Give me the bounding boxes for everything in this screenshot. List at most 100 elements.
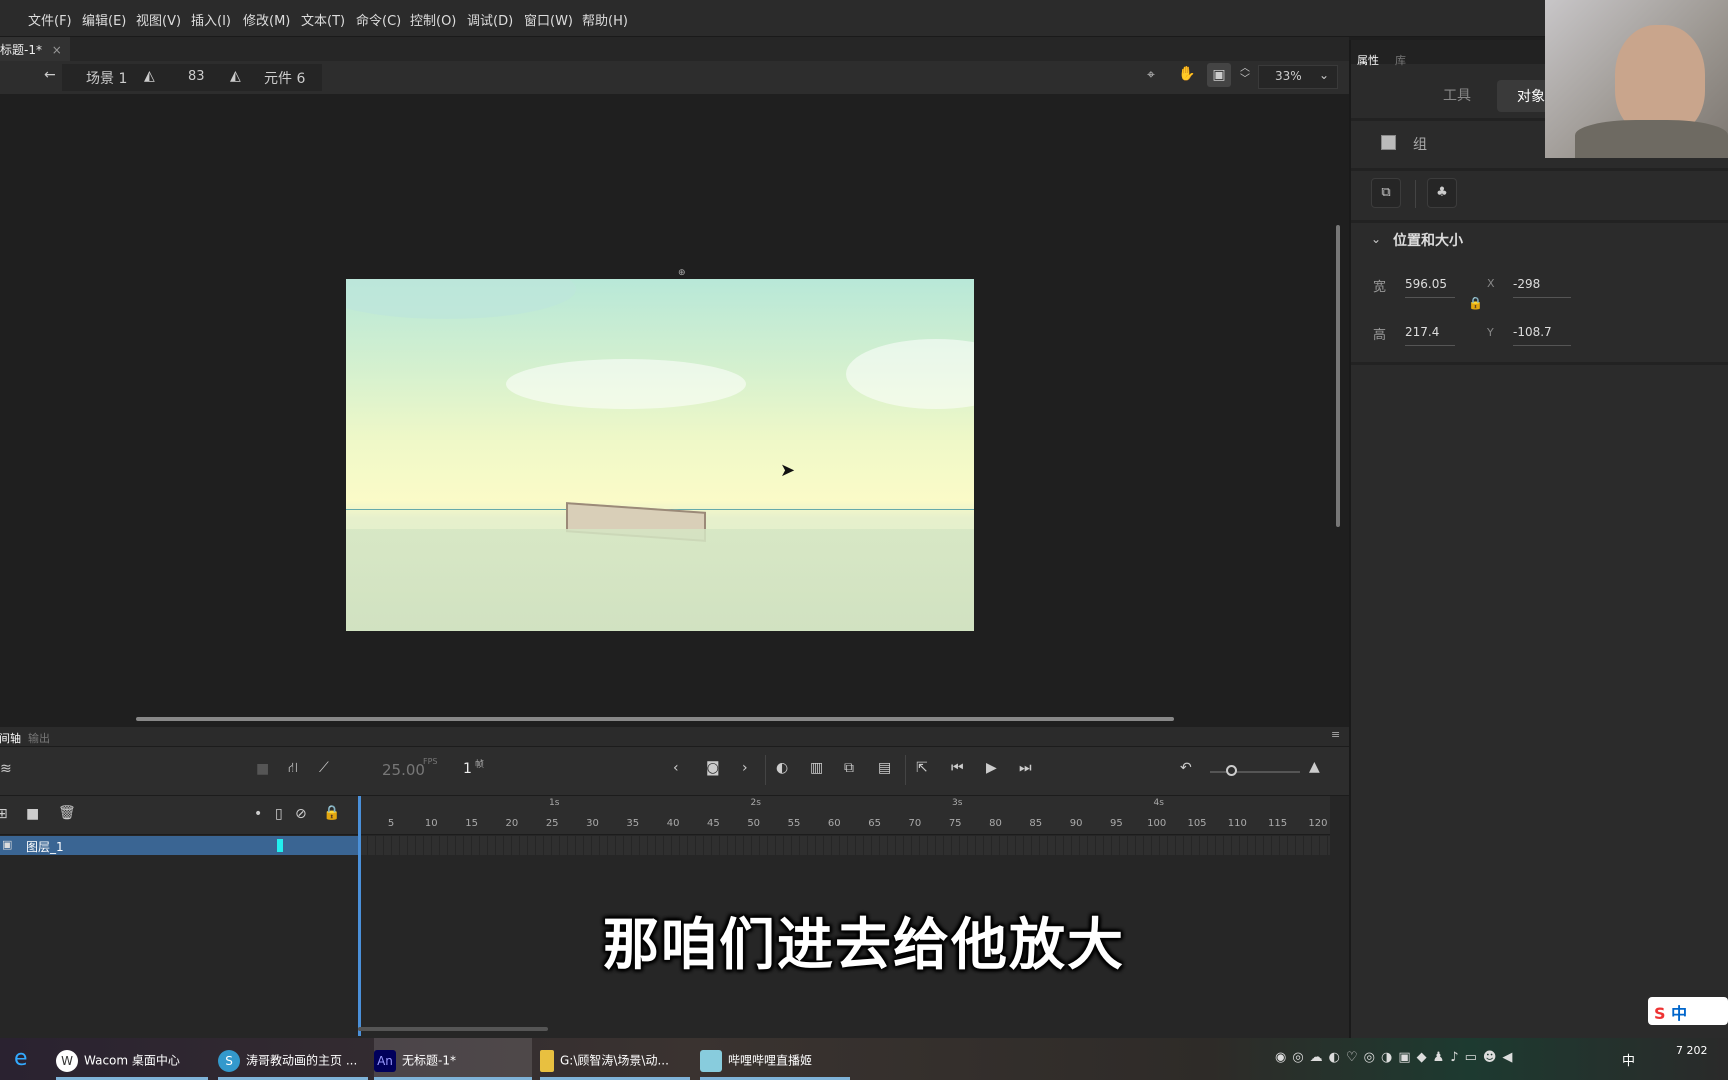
slider-thumb[interactable] xyxy=(1226,765,1237,776)
chevron-down-icon[interactable]: ⌄ xyxy=(1371,232,1381,246)
menu-item[interactable]: 文本(T) xyxy=(301,10,345,29)
step-forward-icon[interactable]: ⏭ xyxy=(1019,760,1032,776)
document-tab-title: 标题-1* xyxy=(0,43,42,57)
timeline-scrollbar[interactable] xyxy=(358,1027,548,1031)
create-tween-icon[interactable]: ⧉ xyxy=(844,760,854,776)
menu-item[interactable]: 修改(M) xyxy=(243,10,290,29)
folder-icon xyxy=(540,1050,554,1072)
y-field[interactable]: -108.7 xyxy=(1513,325,1571,346)
timeline-toolbar: ≋ ■ ⛙ ⟋ 25.00 FPS 1 帧 ‹ ◙ › ◐ ▥ ⧉ ▤ ⇱ ⏮ … xyxy=(0,747,1349,796)
height-field[interactable]: 217.4 xyxy=(1405,325,1455,346)
menu-item[interactable]: 调试(D) xyxy=(467,10,513,29)
menu-item[interactable]: 控制(O) xyxy=(410,10,456,29)
layer-frames[interactable] xyxy=(360,836,1330,855)
x-label: X xyxy=(1487,277,1495,290)
lock-icon[interactable]: 🔒 xyxy=(1468,296,1483,310)
step-back-icon[interactable]: ⏮ xyxy=(951,760,964,776)
clock[interactable]: 7 202 xyxy=(1676,1042,1728,1059)
video-subtitle: 那咱们进去给他放大 xyxy=(603,913,1125,978)
new-layer-icon[interactable]: ⊞ xyxy=(0,806,8,822)
x-field[interactable]: -298 xyxy=(1513,277,1571,298)
breadcrumb-scene[interactable]: 场景 1 xyxy=(86,68,127,88)
system-tray-icons[interactable]: ◉◎☁◐♡◎◑▣◆♟♪▭☻◀ xyxy=(1275,1050,1518,1065)
back-arrow-icon[interactable]: ← xyxy=(44,67,56,83)
symbol-icon: ◭ xyxy=(230,68,241,84)
horizontal-scrollbar[interactable] xyxy=(136,717,1174,721)
vertical-scrollbar[interactable] xyxy=(1336,225,1340,527)
layer-name[interactable]: 图层_1 xyxy=(26,838,64,855)
visibility-icon[interactable]: ⊘ xyxy=(295,806,307,822)
highlight-dot-icon[interactable]: • xyxy=(254,806,262,822)
sogou-ime-toolbar[interactable]: S 中 xyxy=(1648,997,1728,1025)
camera-icon[interactable]: ■ xyxy=(256,761,269,777)
layer-row[interactable]: ▣ 图层_1 xyxy=(0,836,358,855)
breadcrumb-symbol-83[interactable]: 83 xyxy=(188,69,205,84)
insert-frame-icon[interactable]: ▤ xyxy=(878,760,891,776)
fit-frames-icon[interactable]: ▲ xyxy=(1309,759,1320,775)
play-icon[interactable]: ▶ xyxy=(986,760,997,776)
breadcrumb-symbol-6[interactable]: 元件 6 xyxy=(264,68,305,88)
tab-timeline[interactable]: 时间轴 xyxy=(0,730,21,746)
close-tab-icon[interactable]: × xyxy=(52,43,62,57)
frame-tick-label: 35 xyxy=(626,818,640,829)
current-frame[interactable]: 1 xyxy=(463,761,472,777)
graph-icon[interactable]: ⟋ xyxy=(319,760,329,776)
frame-tick-label: 100 xyxy=(1147,818,1167,829)
onion-skin-icon[interactable]: ◐ xyxy=(776,760,788,776)
tab-output[interactable]: 输出 xyxy=(28,730,50,746)
width-field[interactable]: 596.05 xyxy=(1405,277,1455,298)
zoom-select[interactable]: 33% ⌄ xyxy=(1258,65,1338,89)
webcam-overlay xyxy=(1545,0,1728,158)
frame-tick-label: 10 xyxy=(424,818,438,829)
menu-item[interactable]: 编辑(E) xyxy=(82,10,126,29)
menu-item[interactable]: 窗口(W) xyxy=(524,10,573,29)
panel-menu-icon[interactable]: ≡ xyxy=(1331,728,1340,741)
width-label: 宽 xyxy=(1373,280,1387,295)
lock-icon[interactable]: 🔒 xyxy=(323,805,340,821)
trash-icon[interactable]: 🗑 xyxy=(58,805,76,821)
ie-icon[interactable]: e xyxy=(14,1046,28,1071)
layer-color-swatch[interactable] xyxy=(277,839,283,852)
taskbar-item-bilibili[interactable]: 哔哩哔哩直播姬 xyxy=(700,1038,850,1080)
fps-unit: FPS xyxy=(423,757,438,766)
prev-keyframe-icon[interactable]: ‹ xyxy=(673,760,679,776)
fps-value[interactable]: 25.00 xyxy=(382,761,425,779)
clip-stage-icon[interactable]: ▣ xyxy=(1207,63,1231,87)
taskbar-item-folder[interactable]: G:\顾智涛\场景\动... xyxy=(540,1038,690,1080)
convert-to-symbol-button[interactable]: ♣ xyxy=(1427,178,1457,208)
second-tick-label: 1s xyxy=(548,798,560,808)
new-folder-icon[interactable]: ■ xyxy=(26,806,39,822)
menu-item[interactable]: 命令(C) xyxy=(356,10,401,29)
parenting-icon[interactable]: ⛙ xyxy=(288,760,298,778)
menu-item[interactable]: 插入(I) xyxy=(191,10,231,29)
loop-icon[interactable]: ⇱ xyxy=(916,760,928,776)
zoom-value: 33% xyxy=(1275,69,1302,83)
document-tab[interactable]: 标题-1* × xyxy=(0,37,70,61)
second-tick-label: 3s xyxy=(951,798,963,808)
next-keyframe-icon[interactable]: › xyxy=(742,760,748,776)
outline-icon[interactable]: ▯ xyxy=(275,806,283,822)
layers-icon[interactable]: ≋ xyxy=(0,761,12,777)
center-stage-icon[interactable]: ⌖ xyxy=(1147,67,1155,83)
taskbar-item-wacom[interactable]: W Wacom 桌面中心 xyxy=(56,1038,208,1080)
frame-ruler[interactable]: 5 10 15 20 25 30 35 40 45 50 55 60 65 70 75 80 85 90 95 100… xyxy=(360,796,1330,835)
tray-ime[interactable]: 中 xyxy=(1622,1050,1635,1069)
stage-canvas[interactable] xyxy=(346,279,974,631)
rotate-stage-icon[interactable]: ✋ xyxy=(1178,66,1195,82)
frame-tick-label: 120 xyxy=(1308,818,1328,829)
taskbar-item-browser[interactable]: S 涛哥教动画的主页 ... xyxy=(218,1038,368,1080)
menu-item[interactable]: 文件(F) xyxy=(28,10,72,29)
edit-multiple-frames-icon[interactable]: ▥ xyxy=(810,760,823,776)
tab-library[interactable]: 库 xyxy=(1395,52,1406,68)
tab-tools[interactable]: 工具 xyxy=(1443,85,1471,105)
frame-size-slider[interactable] xyxy=(1210,771,1300,773)
tab-properties[interactable]: 属性 xyxy=(1357,52,1379,68)
frame-unit: 帧 xyxy=(475,760,485,770)
insert-keyframe-icon[interactable]: ◙ xyxy=(706,760,720,776)
undo-icon[interactable]: ↶ xyxy=(1180,760,1192,776)
menu-item[interactable]: 帮助(H) xyxy=(582,10,628,29)
taskbar-item-animate[interactable]: An 无标题-1* xyxy=(374,1038,532,1080)
zoom-stepper-icon[interactable]: ︿ ﹀ xyxy=(1240,63,1250,85)
align-button[interactable]: ⧉ xyxy=(1371,178,1401,208)
menu-item[interactable]: 视图(V) xyxy=(136,10,181,29)
